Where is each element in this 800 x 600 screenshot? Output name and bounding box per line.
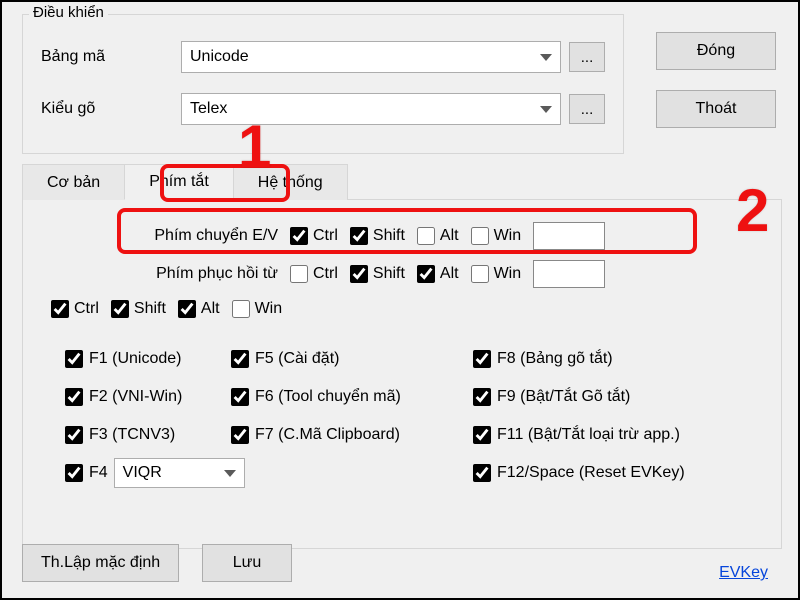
typing-label: Kiểu gõ — [41, 100, 181, 118]
cb-f4[interactable] — [65, 464, 83, 482]
mod-win[interactable]: Win — [232, 300, 283, 318]
control-group-label: Điều khiển — [29, 4, 108, 21]
encoding-label: Bảng mã — [41, 48, 181, 66]
mod-ctrl[interactable]: Ctrl — [51, 300, 99, 318]
cb-f6[interactable] — [231, 388, 249, 406]
hotkey-ev-alt[interactable]: Alt — [417, 227, 459, 245]
hotkey-restore-alt[interactable]: Alt — [417, 265, 459, 283]
close-button[interactable]: Đóng — [656, 32, 776, 70]
evkey-link[interactable]: EVKey — [719, 564, 768, 582]
f4-select[interactable]: VIQR — [114, 458, 245, 488]
exit-button[interactable]: Thoát — [656, 90, 776, 128]
hotkey-ev-shift[interactable]: Shift — [350, 227, 405, 245]
cb-f1[interactable] — [65, 350, 83, 368]
hotkey-ev-win[interactable]: Win — [471, 227, 522, 245]
tab-system[interactable]: Hệ thống — [233, 164, 348, 200]
encoding-select[interactable]: Unicode — [181, 41, 561, 73]
hotkey-restore-label: Phím phục hồi từ — [128, 265, 278, 283]
mod-alt[interactable]: Alt — [178, 300, 220, 318]
encoding-more-button[interactable]: ... — [569, 42, 605, 72]
tab-hotkey[interactable]: Phím tắt — [124, 164, 234, 200]
tab-basic[interactable]: Cơ bản — [22, 164, 125, 200]
cb-f11[interactable] — [473, 426, 491, 444]
tab-header: Cơ bản Phím tắt Hệ thống — [22, 164, 782, 200]
chevron-down-icon — [224, 470, 236, 477]
hotkey-restore-key-input[interactable] — [533, 260, 605, 288]
default-button[interactable]: Th.Lập mặc định — [22, 544, 179, 582]
cb-f9[interactable] — [473, 388, 491, 406]
chevron-down-icon — [540, 54, 552, 61]
tabs: Cơ bản Phím tắt Hệ thống Phím chuyển E/V… — [22, 164, 782, 549]
tab-body-hotkey: Phím chuyển E/V Ctrl Shift Alt Win Phím … — [22, 199, 782, 549]
hotkey-ev-ctrl[interactable]: Ctrl — [290, 227, 338, 245]
hotkey-ev-label: Phím chuyển E/V — [128, 227, 278, 245]
cb-f7[interactable] — [231, 426, 249, 444]
encoding-value: Unicode — [190, 48, 249, 66]
hotkey-restore-shift[interactable]: Shift — [350, 265, 405, 283]
typing-more-button[interactable]: ... — [569, 94, 605, 124]
hotkey-ev-key-input[interactable] — [533, 222, 605, 250]
control-groupbox: Điều khiển Bảng mã Unicode ... Kiểu gõ T… — [22, 14, 624, 154]
hotkey-restore-ctrl[interactable]: Ctrl — [290, 265, 338, 283]
cb-f5[interactable] — [231, 350, 249, 368]
typing-value: Telex — [190, 100, 227, 118]
mod-shift[interactable]: Shift — [111, 300, 166, 318]
chevron-down-icon — [540, 106, 552, 113]
cb-f8[interactable] — [473, 350, 491, 368]
evkey-settings-window: Điều khiển Bảng mã Unicode ... Kiểu gõ T… — [0, 0, 800, 600]
hotkey-restore-win[interactable]: Win — [471, 265, 522, 283]
cb-f2[interactable] — [65, 388, 83, 406]
cb-f3[interactable] — [65, 426, 83, 444]
typing-select[interactable]: Telex — [181, 93, 561, 125]
cb-f12[interactable] — [473, 464, 491, 482]
save-button[interactable]: Lưu — [202, 544, 292, 582]
